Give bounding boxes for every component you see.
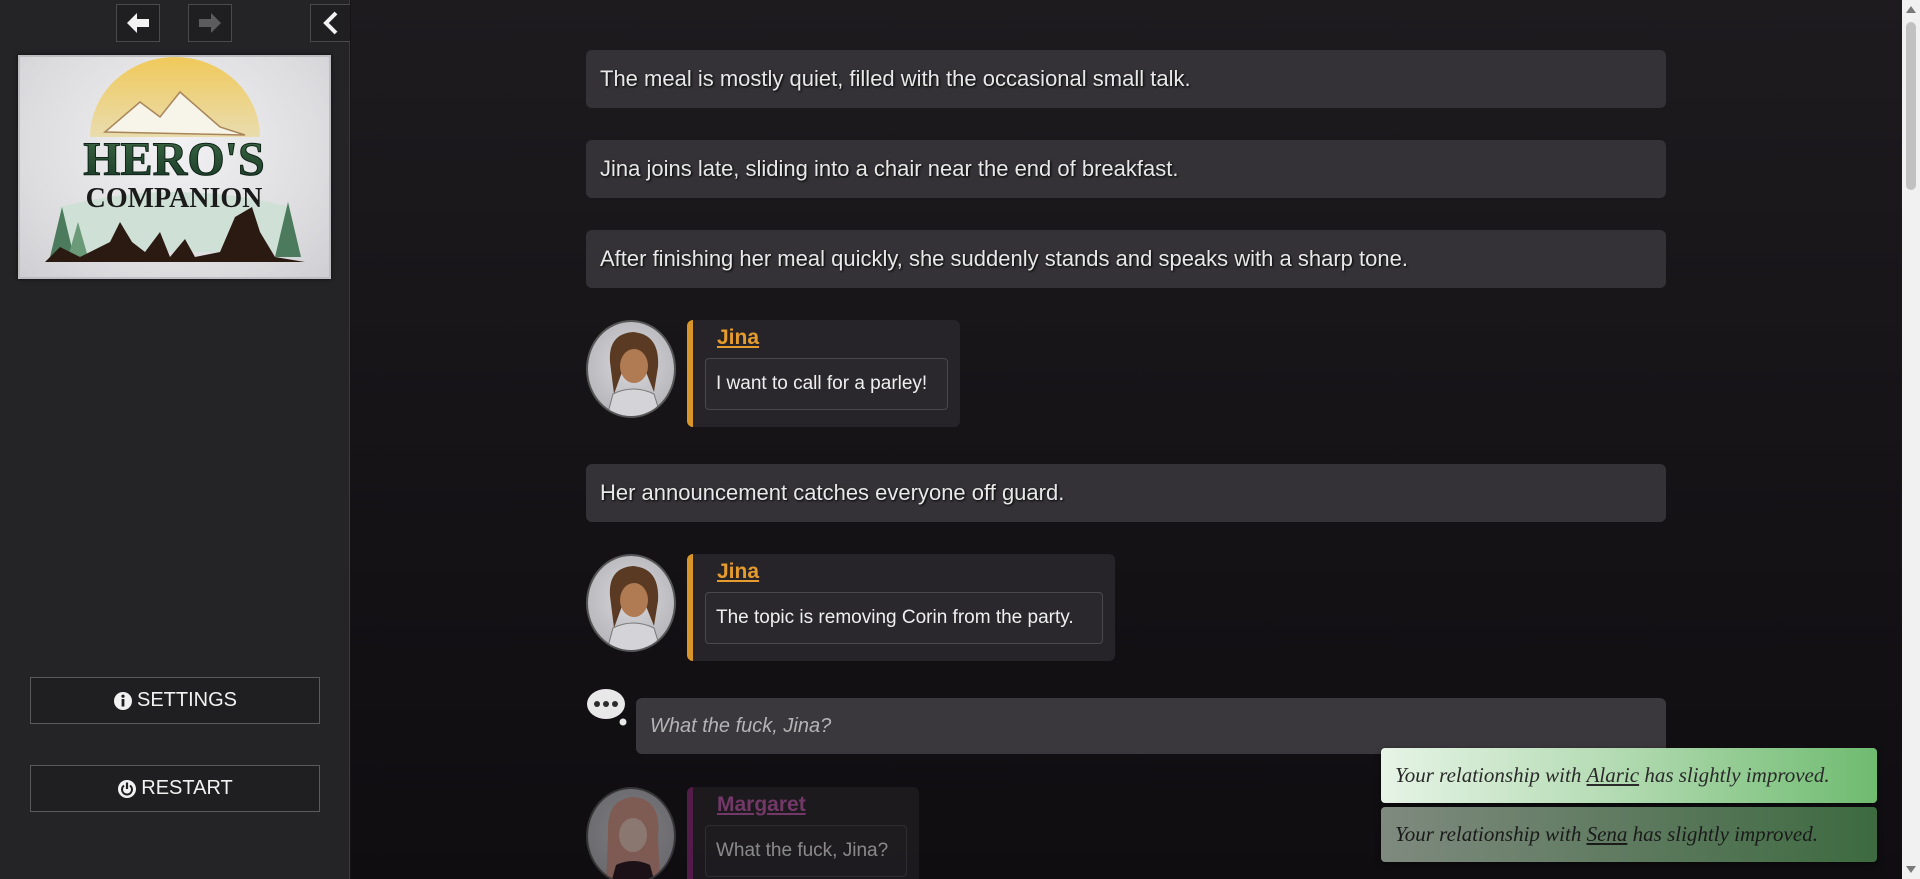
scroll-up-icon[interactable]: [1906, 6, 1916, 13]
dialogue-bubble: Margaret What the fuck, Jina?: [687, 787, 919, 879]
settings-label: SETTINGS: [136, 689, 237, 711]
collapse-sidebar-button[interactable]: [310, 4, 350, 42]
restart-button[interactable]: RESTART: [30, 765, 320, 812]
dialogue-bubble: Jina I want to call for a parley!: [687, 320, 960, 427]
jina-avatar: [586, 554, 676, 652]
speaker-name-link[interactable]: Jina: [717, 560, 1103, 584]
scrollbar[interactable]: [1902, 0, 1920, 879]
thought-bubble-icon: [587, 689, 627, 726]
relationship-toast[interactable]: Your relationship with Alaric has slight…: [1381, 748, 1877, 803]
scroll-thumb[interactable]: [1906, 22, 1916, 190]
info-icon: [113, 691, 132, 710]
dialogue-bubble: Jina The topic is removing Corin from th…: [687, 554, 1115, 661]
chevron-left-icon: [322, 11, 337, 35]
toast-character-name: Sena: [1586, 822, 1628, 846]
dialogue-text: The topic is removing Corin from the par…: [705, 592, 1103, 644]
forward-button[interactable]: [188, 4, 232, 42]
thought-text: What the fuck, Jina?: [636, 698, 1666, 754]
power-icon: [118, 779, 137, 798]
scroll-down-icon[interactable]: [1906, 866, 1916, 873]
toast-prefix: Your relationship with: [1395, 763, 1582, 787]
narration-block: The meal is mostly quiet, filled with th…: [586, 50, 1666, 108]
jina-avatar: [586, 320, 676, 418]
narration-block: Jina joins late, sliding into a chair ne…: [586, 140, 1666, 198]
toast-suffix: has slightly improved.: [1632, 822, 1818, 846]
logo-line1: HERO'S: [83, 133, 264, 186]
sidebar: HERO'S COMPANION SETTINGS RESTART: [0, 0, 350, 879]
narration-block: Her announcement catches everyone off gu…: [586, 464, 1666, 522]
speaker-name-link[interactable]: Margaret: [717, 793, 907, 817]
arrow-left-icon: [127, 13, 149, 33]
settings-button[interactable]: SETTINGS: [30, 677, 320, 724]
dialogue-text: What the fuck, Jina?: [705, 825, 907, 877]
game-logo: HERO'S COMPANION: [18, 55, 331, 279]
narration-block: After finishing her meal quickly, she su…: [586, 230, 1666, 288]
toast-suffix: has slightly improved.: [1644, 763, 1830, 787]
restart-label: RESTART: [141, 777, 233, 799]
back-button[interactable]: [116, 4, 160, 42]
toast-character-name: Alaric: [1586, 763, 1640, 787]
speaker-name-link[interactable]: Jina: [717, 326, 948, 350]
logo-line2: COMPANION: [86, 183, 263, 214]
dialogue-text: I want to call for a parley!: [705, 358, 948, 410]
relationship-toast[interactable]: Your relationship with Sena has slightly…: [1381, 807, 1877, 862]
toast-prefix: Your relationship with: [1395, 822, 1582, 846]
arrow-right-icon: [199, 13, 221, 33]
margaret-avatar: [586, 787, 676, 879]
